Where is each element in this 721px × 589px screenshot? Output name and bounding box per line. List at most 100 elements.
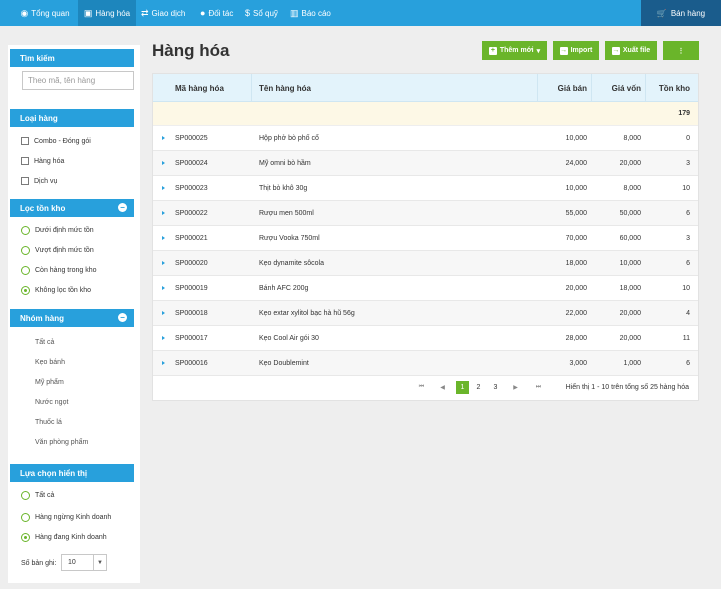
expand-arrow-icon[interactable]	[162, 136, 165, 140]
table-row[interactable]: SP000023 Thịt bò khô 30g 10,000 8,000 10	[153, 176, 698, 201]
table-row[interactable]: SP000021 Rượu Vooka 750ml 70,000 60,000 3	[153, 226, 698, 251]
eye-icon: ◉	[20, 7, 29, 18]
expand-arrow-icon[interactable]	[162, 236, 165, 240]
cell-cost: 10,000	[619, 260, 641, 267]
stock-option-below[interactable]: Dưới định mức tồn	[21, 226, 94, 235]
expand-arrow-icon[interactable]	[162, 311, 165, 315]
table-row[interactable]: SP000018 Kẹo extar xylitol bạc hà hũ 56g 2…	[153, 301, 698, 326]
col-price[interactable]: Giá bán	[537, 74, 591, 102]
type-option-goods[interactable]: Hàng hóa	[21, 157, 64, 165]
page-3-button[interactable]: 3	[489, 381, 502, 394]
table-row[interactable]: SP000020 Kẹo dynamite sôcola 18,000 10,000 6	[153, 251, 698, 276]
display-option-all[interactable]: Tất cả	[21, 491, 54, 500]
import-button[interactable]: → Import	[553, 41, 599, 60]
col-cost[interactable]: Giá vốn	[591, 74, 645, 102]
expand-arrow-icon[interactable]	[162, 286, 165, 290]
group-item-stationery[interactable]: Văn phòng phẩm	[35, 439, 88, 446]
nav-cashbook[interactable]: $ Sổ quỹ	[245, 0, 278, 26]
products-table: Mã hàng hóa Tên hàng hóa Giá bán Giá vốn…	[152, 73, 699, 401]
option-label: Hàng ngừng Kinh doanh	[35, 514, 112, 521]
stock-option-nofilter[interactable]: Không lọc tồn kho	[21, 286, 91, 295]
cell-cost: 20,000	[619, 335, 641, 342]
option-label: Dịch vụ	[34, 177, 58, 185]
more-button[interactable]: ⋮	[663, 41, 699, 60]
cell-price: 55,000	[565, 210, 587, 217]
records-select[interactable]: 10 ▼	[61, 554, 107, 571]
stock-option-above[interactable]: Vượt định mức tồn	[21, 246, 94, 255]
page-2-button[interactable]: 2	[472, 381, 485, 394]
group-item-tobacco[interactable]: Thuốc lá	[35, 419, 62, 426]
radio-selected[interactable]	[21, 286, 30, 295]
expand-arrow-icon[interactable]	[162, 161, 165, 165]
next-page-icon[interactable]: ▶	[509, 381, 522, 394]
export-button[interactable]: → Xuất file	[605, 41, 657, 60]
cart-icon: 🛒	[656, 8, 667, 18]
expand-arrow-icon[interactable]	[162, 186, 165, 190]
sell-button[interactable]: 🛒 Bán hàng	[641, 0, 721, 26]
group-item-soda[interactable]: Nước ngọt	[35, 399, 68, 406]
nav-cashbook-label: Sổ quỹ	[253, 8, 278, 18]
sell-button-label: Bán hàng	[670, 8, 706, 18]
col-name[interactable]: Tên hàng hóa	[251, 74, 311, 102]
nav-overview[interactable]: ◉ Tổng quan	[14, 0, 76, 26]
cell-stock: 10	[682, 185, 690, 192]
cell-price: 28,000	[565, 335, 587, 342]
add-new-button[interactable]: + Thêm mới ▾	[482, 41, 547, 60]
radio[interactable]	[21, 226, 30, 235]
checkbox[interactable]	[21, 157, 29, 165]
table-row[interactable]: SP000017 Kẹo Cool Air gói 30 28,000 20,000 1…	[153, 326, 698, 351]
display-option-stopped[interactable]: Hàng ngừng Kinh doanh	[21, 513, 111, 522]
nav-transactions-label: Giao dịch	[151, 8, 186, 18]
expand-arrow-icon[interactable]	[162, 361, 165, 365]
page-1-button[interactable]: 1	[456, 381, 469, 394]
collapse-icon[interactable]: −	[118, 313, 127, 322]
option-label: Vượt định mức tồn	[35, 247, 94, 254]
stock-option-instock[interactable]: Còn hàng trong kho	[21, 266, 97, 275]
cell-stock: 6	[686, 210, 690, 217]
checkbox[interactable]	[21, 177, 29, 185]
cell-code: SP000019	[175, 285, 208, 292]
option-label: Hàng hóa	[34, 157, 65, 165]
expand-arrow-icon[interactable]	[162, 336, 165, 340]
type-option-combo[interactable]: Combo - Đóng gói	[21, 137, 91, 145]
search-input[interactable]	[22, 71, 134, 90]
table-row[interactable]: SP000016 Kẹo Doublemint 3,000 1,000 6	[153, 351, 698, 376]
nav-partners[interactable]: ● Đối tác	[200, 0, 233, 26]
cell-name: Rượu Vooka 750ml	[259, 235, 320, 242]
checkbox[interactable]	[21, 137, 29, 145]
table-row[interactable]: SP000025 Hộp phở bò phố cổ 10,000 8,000 0	[153, 126, 698, 151]
radio[interactable]	[21, 513, 30, 522]
radio[interactable]	[21, 246, 30, 255]
table-row[interactable]: SP000022 Rượu men 500ml 55,000 50,000 6	[153, 201, 698, 226]
group-item-candy[interactable]: Kẹo bánh	[35, 359, 65, 366]
radio[interactable]	[21, 266, 30, 275]
group-item-all[interactable]: Tất cả	[35, 339, 54, 346]
last-page-icon[interactable]: ⏭	[532, 381, 545, 394]
option-label: Combo - Đóng gói	[34, 137, 91, 145]
expand-arrow-icon[interactable]	[162, 211, 165, 215]
nav-reports[interactable]: ▥ Báo cáo	[290, 0, 331, 26]
box-icon: ▣	[83, 7, 93, 18]
nav-transactions[interactable]: ⇄ Giao dịch	[141, 0, 185, 26]
expand-arrow-icon[interactable]	[162, 261, 165, 265]
nav-products[interactable]: ▣ Hàng hóa	[78, 0, 136, 26]
type-option-service[interactable]: Dịch vụ	[21, 177, 57, 185]
col-code[interactable]: Mã hàng hóa	[175, 74, 224, 102]
table-row[interactable]: SP000024 Mỹ omni bò hầm 24,000 20,000 3	[153, 151, 698, 176]
top-navbar: ◉ Tổng quan ▣ Hàng hóa ⇄ Giao dịch ● Đối…	[0, 0, 721, 26]
display-option-active[interactable]: Hàng đang Kinh doanh	[21, 533, 107, 542]
first-page-icon[interactable]: ⏮	[415, 381, 428, 394]
radio-selected[interactable]	[21, 533, 30, 542]
prev-page-icon[interactable]: ◀	[436, 381, 449, 394]
table-row[interactable]: SP000019 Bánh AFC 200g 20,000 18,000 10	[153, 276, 698, 301]
cell-cost: 18,000	[619, 285, 641, 292]
collapse-icon[interactable]: −	[118, 203, 127, 212]
search-section-header: Tìm kiếm	[10, 49, 134, 67]
col-stock[interactable]: Tồn kho	[645, 74, 698, 102]
cell-name: Kẹo Cool Air gói 30	[259, 335, 319, 342]
radio[interactable]	[21, 491, 30, 500]
group-section-header: Nhóm hàng −	[10, 309, 134, 327]
group-item-cosmetics[interactable]: Mỹ phẩm	[35, 379, 64, 386]
display-section-title: Lựa chọn hiển thị	[20, 468, 88, 478]
cell-name: Kẹo dynamite sôcola	[259, 260, 324, 267]
